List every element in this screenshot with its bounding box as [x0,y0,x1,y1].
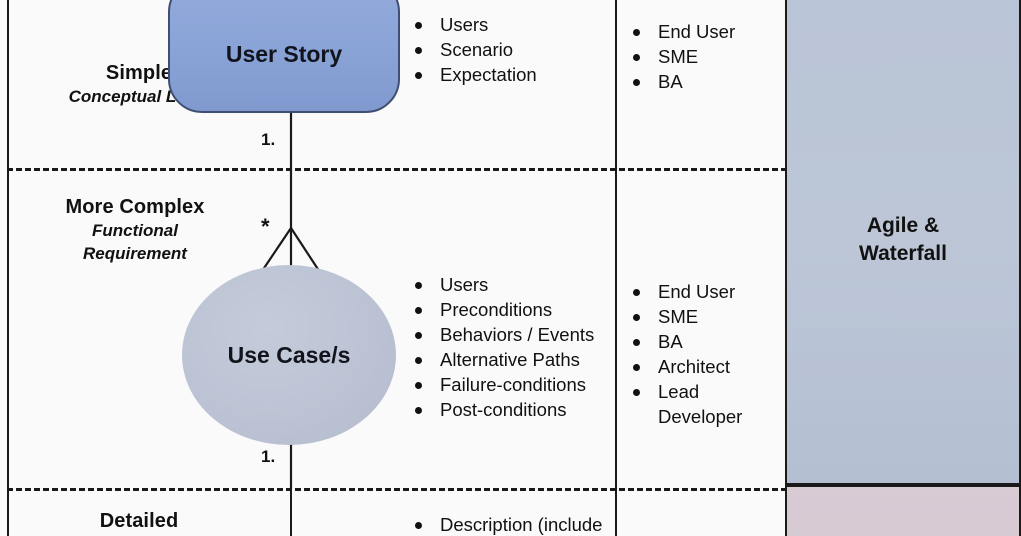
level-title-detailed: Detailed [99,510,179,532]
multiplicity-use-case-to-detail: 1. [261,447,276,466]
use-case-shape[interactable]: Use Case/s [182,265,396,445]
list-item: Expectation [413,62,537,87]
list-item: Scenario [413,37,537,62]
list-item: Failure-conditions [413,372,594,397]
list-item: SME [631,44,735,69]
level-label-more-complex: More Complex Functional Requirement [10,196,260,265]
list-item: BA [631,69,735,94]
contents-list-more-complex: Users Preconditions Behaviors / Events A… [413,272,594,422]
roles-list-simple: End User SME BA [631,19,735,94]
list-item: Architect [631,354,742,379]
user-story-shape[interactable]: User Story [168,0,400,113]
methodology-label-line1: Agile & [866,214,940,238]
list-item: Users [413,272,594,297]
methodology-label-line2: Waterfall [859,241,947,265]
use-case-label: Use Case/s [227,341,351,368]
level-subtitle-more-complex-line1: Functional [92,220,178,240]
diagram-canvas: Simple Conceptual Level User Story 1. Us… [0,0,1021,536]
level-label-detailed: Detailed [14,510,264,534]
column-divider-contents-roles [615,0,617,536]
list-item: Behaviors / Events [413,322,594,347]
user-story-label: User Story [225,41,343,67]
level-title-more-complex: More Complex [65,196,205,218]
list-item: Lead [631,379,742,404]
multiplicity-use-case-aggregation: * [261,214,270,239]
contents-list-detailed: Description (include [413,512,602,536]
multiplicity-user-story-to-use-case: 1. [261,130,276,149]
list-item: End User [631,19,735,44]
list-item: Preconditions [413,297,594,322]
list-item: Post-conditions [413,397,594,422]
frame-left-border [7,0,9,536]
list-item: Users [413,12,537,37]
list-item: Description (include [413,512,602,536]
contents-list-simple: Users Scenario Expectation [413,12,537,87]
list-item: End User [631,279,742,304]
list-item: BA [631,329,742,354]
list-item: Alternative Paths [413,347,594,372]
methodology-panel-agile-waterfall[interactable]: Agile & Waterfall [785,0,1021,485]
list-item: SME [631,304,742,329]
level-subtitle-more-complex-line2: Requirement [83,243,187,263]
list-item: Developer [658,406,743,427]
roles-list-more-complex: End User SME BA Architect Lead Developer [631,279,742,429]
methodology-label: Agile & Waterfall [859,212,947,267]
methodology-panel-secondary[interactable] [785,485,1021,536]
